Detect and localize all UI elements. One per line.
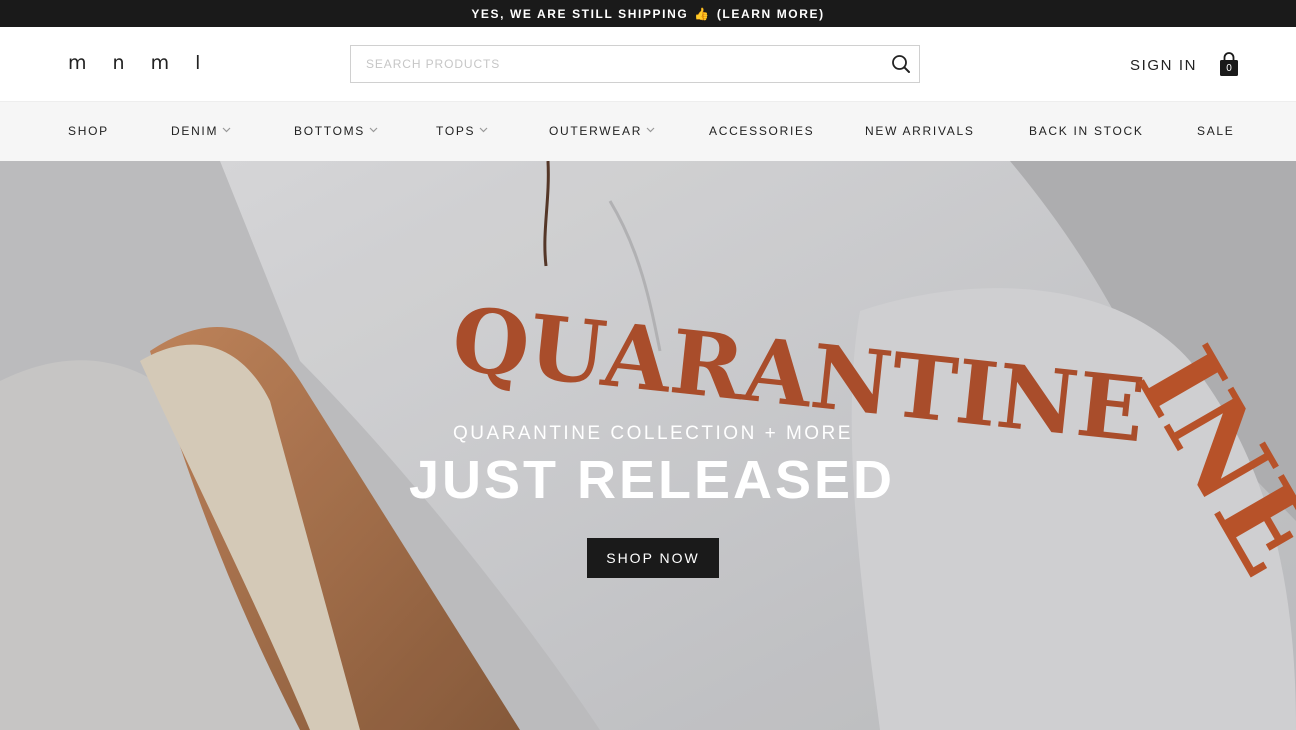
nav-item-bottoms[interactable]: BOTTOMS (294, 124, 378, 138)
chevron-down-icon (222, 127, 231, 133)
nav-item-label: TOPS (436, 124, 476, 138)
nav-item-sale[interactable]: SALE (1197, 124, 1235, 138)
nav-item-shop[interactable]: SHOP (68, 124, 109, 138)
hero-title: JUST RELEASED (408, 450, 896, 510)
nav-item-outerwear[interactable]: OUTERWEAR (549, 124, 655, 138)
chevron-down-icon (646, 127, 655, 133)
nav-item-accessories[interactable]: ACCESSORIES (709, 124, 814, 138)
nav-item-label: DENIM (171, 124, 219, 138)
cart-count: 0 (1226, 63, 1232, 74)
nav-item-label: OUTERWEAR (549, 124, 643, 138)
logo[interactable]: m n m l (68, 52, 210, 74)
search-icon[interactable] (891, 54, 911, 74)
nav-item-label: BACK IN STOCK (1029, 124, 1144, 138)
main-nav: SHOP DENIM BOTTOMS TOPS OUTERWEAR ACCESS… (0, 101, 1296, 161)
learn-more-link[interactable]: (LEARN MORE) (717, 7, 825, 21)
chevron-down-icon (369, 127, 378, 133)
hero-subtitle: QUARANTINE COLLECTION + MORE (453, 423, 853, 444)
nav-item-new-arrivals[interactable]: NEW ARRIVALS (865, 124, 975, 138)
cart-button[interactable]: 0 (1218, 52, 1240, 78)
search-bar (350, 45, 920, 83)
nav-item-label: NEW ARRIVALS (865, 124, 975, 138)
announcement-bar: YES, WE ARE STILL SHIPPING 👍 (LEARN MORE… (0, 0, 1296, 27)
nav-item-denim[interactable]: DENIM (171, 124, 231, 138)
nav-item-tops[interactable]: TOPS (436, 124, 488, 138)
sign-in-link[interactable]: SIGN IN (1130, 57, 1197, 74)
nav-item-label: BOTTOMS (294, 124, 366, 138)
shop-now-button[interactable]: SHOP NOW (587, 538, 719, 578)
announcement-text: YES, WE ARE STILL SHIPPING (471, 6, 689, 21)
nav-item-back-in-stock[interactable]: BACK IN STOCK (1029, 124, 1144, 138)
nav-item-label: SALE (1197, 124, 1235, 138)
thumbs-up-icon: 👍 (694, 6, 711, 21)
nav-item-label: ACCESSORIES (709, 124, 815, 138)
search-input[interactable] (351, 46, 871, 82)
chevron-down-icon (479, 127, 488, 133)
nav-item-label: SHOP (68, 124, 109, 138)
site-header: m n m l SIGN IN 0 (0, 27, 1296, 101)
hero-image: QUARANTINE INE (0, 161, 1296, 730)
hero-banner: QUARANTINE INE QUARANTINE COLLECTION + M… (0, 161, 1296, 730)
